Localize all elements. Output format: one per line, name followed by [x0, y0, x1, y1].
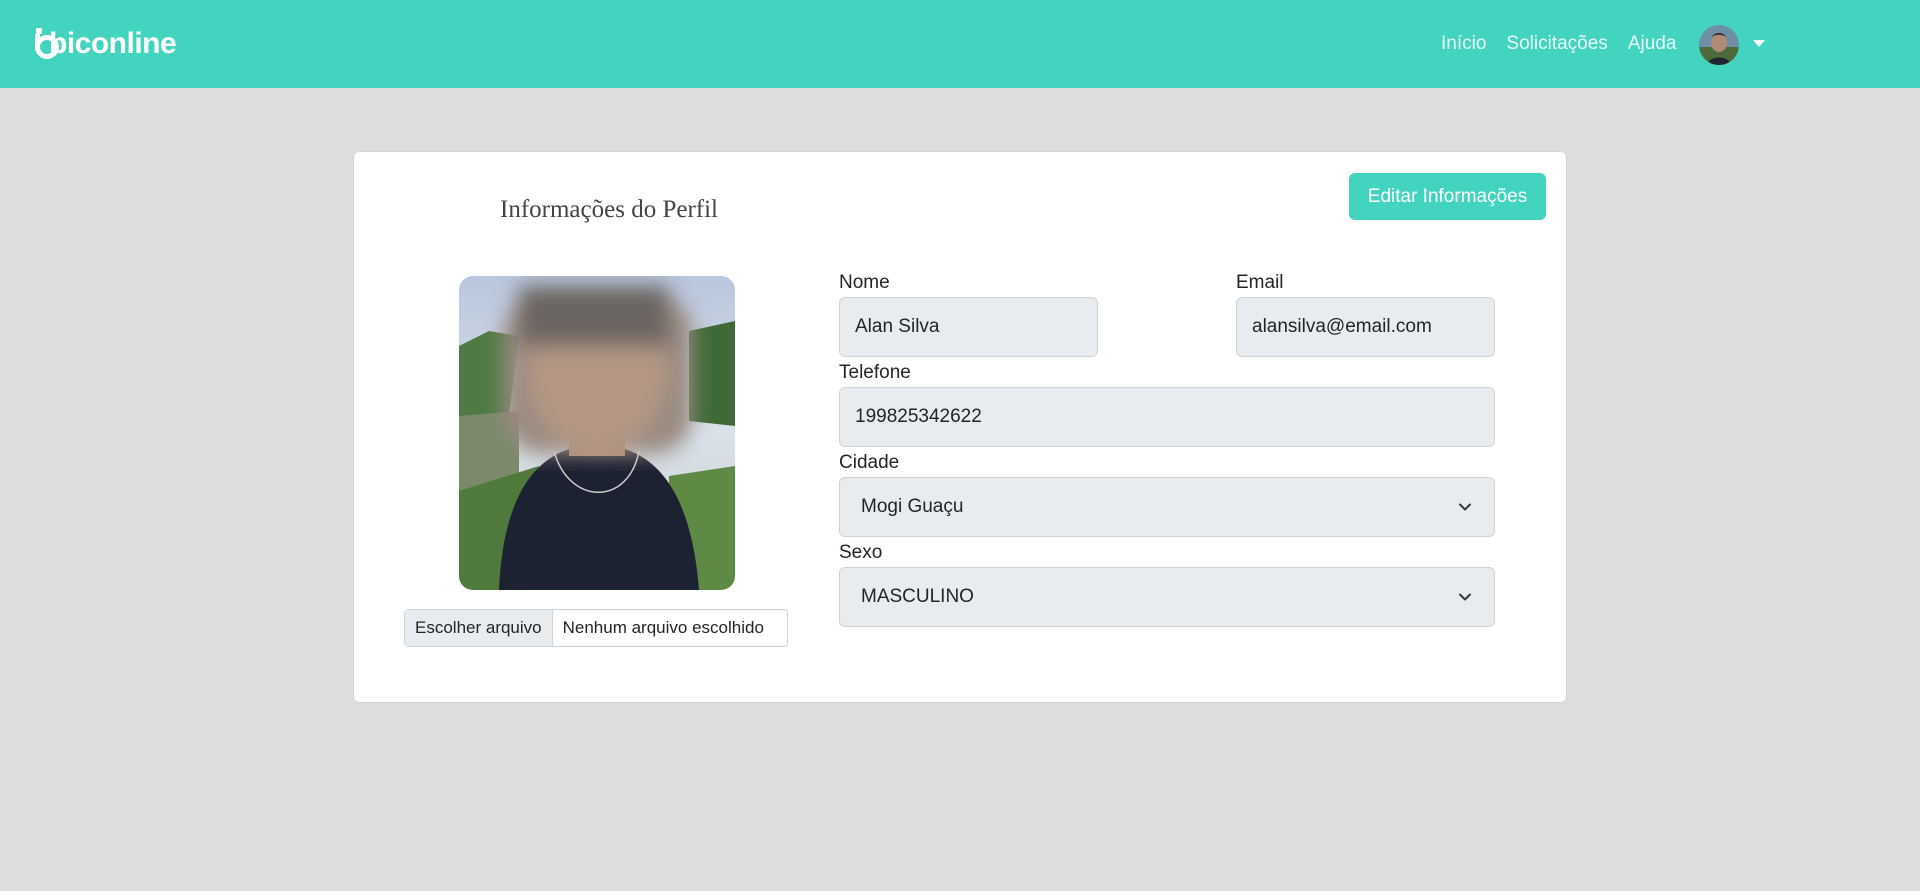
nome-label: Nome [839, 272, 890, 293]
page-title: Informações do Perfil [500, 196, 718, 223]
avatar-image-icon [1699, 25, 1739, 65]
edit-info-button[interactable]: Editar Informações [1349, 173, 1546, 220]
sexo-select[interactable]: MASCULINO [839, 567, 1495, 627]
profile-photo [459, 276, 735, 590]
brand-logo[interactable]: biconline [34, 26, 177, 62]
choose-file-button[interactable]: Escolher arquivo [405, 610, 553, 646]
nome-input[interactable]: Alan Silva [839, 297, 1098, 357]
telefone-label: Telefone [839, 362, 911, 383]
sexo-selected-value: MASCULINO [861, 586, 974, 607]
nav-link-solicitacoes[interactable]: Solicitações [1506, 33, 1607, 55]
top-navbar: biconline Início Solicitações Ajuda [0, 0, 1920, 88]
telefone-input[interactable]: 199825342622 [839, 387, 1495, 447]
email-label: Email [1236, 272, 1284, 293]
nav-link-ajuda[interactable]: Ajuda [1628, 33, 1677, 55]
chevron-down-icon [1459, 593, 1471, 601]
brand-name: biconline [49, 27, 177, 60]
caret-down-icon[interactable] [1753, 40, 1765, 47]
nav-link-inicio[interactable]: Início [1441, 33, 1486, 55]
file-status-text: Nenhum arquivo escolhido [562, 618, 764, 637]
cidade-label: Cidade [839, 452, 900, 473]
chevron-down-icon [1459, 503, 1471, 511]
photo-file-input[interactable]: Escolher arquivo Nenhum arquivo escolhid… [404, 609, 788, 647]
sexo-label: Sexo [839, 542, 883, 563]
user-avatar[interactable] [1699, 25, 1739, 65]
nav-links: Início Solicitações Ajuda [1441, 0, 1696, 88]
cidade-selected-value: Mogi Guaçu [861, 496, 964, 517]
profile-photo-icon [459, 276, 735, 590]
email-input[interactable]: alansilva@email.com [1236, 297, 1495, 357]
cidade-select[interactable]: Mogi Guaçu [839, 477, 1495, 537]
profile-card: Informações do Perfil Editar Informações [353, 151, 1567, 703]
